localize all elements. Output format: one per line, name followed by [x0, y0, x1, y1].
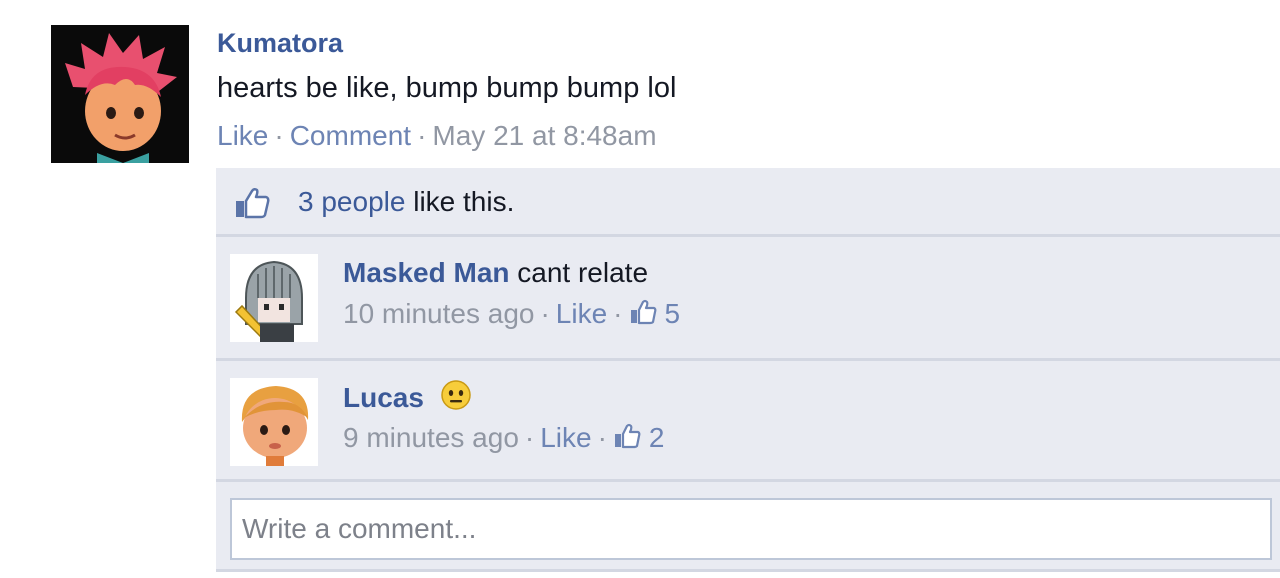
comment-meta: 9 minutes ago · Like · 2 [343, 420, 665, 456]
comment-line: Lucas [343, 379, 472, 416]
likes-summary-text: 3 people like this. [298, 184, 514, 220]
separator-dot: · [540, 298, 550, 329]
thumbs-up-icon [630, 299, 656, 325]
comment-text: cant relate [517, 257, 649, 288]
lucas-avatar-image [230, 378, 318, 466]
like-count-value: 2 [648, 422, 665, 453]
post-actions: Like · Comment · May 21 at 8:48am [217, 118, 657, 154]
comment-meta: 10 minutes ago · Like · 5 [343, 296, 680, 332]
comment-like-count[interactable]: 2 [613, 422, 665, 453]
comment-like-count[interactable]: 5 [629, 298, 681, 329]
separator-dot: · [613, 298, 623, 329]
comment-author-avatar[interactable] [230, 254, 318, 342]
comment-box [230, 498, 1272, 560]
neutral-face-emoji-icon [440, 380, 471, 410]
post-like-link[interactable]: Like [217, 120, 268, 151]
comment-timestamp[interactable]: 9 minutes ago [343, 422, 519, 453]
comment-like-link[interactable]: Like [556, 298, 607, 329]
post-author-avatar[interactable] [51, 25, 189, 163]
divider [216, 479, 1280, 482]
feedback-panel: 3 people like this. Masked Man cant rela… [216, 168, 1280, 572]
comment-line: Masked Man cant relate [343, 255, 648, 291]
comment-author-avatar[interactable] [230, 378, 318, 466]
separator-dot: · [274, 120, 284, 151]
thumbs-up-icon [614, 423, 641, 449]
post-comment-link[interactable]: Comment [290, 120, 411, 151]
likes-suffix: like this. [405, 186, 515, 217]
comment-input[interactable] [232, 500, 1270, 558]
likes-summary-row: 3 people like this. [216, 168, 1280, 234]
thumbs-up-icon [236, 187, 270, 219]
separator-dot: · [597, 422, 607, 453]
post-text: hearts be like, bump bump bump lol [217, 72, 677, 104]
masked-man-avatar-image [230, 254, 318, 342]
separator-dot: · [417, 120, 427, 151]
comment-timestamp[interactable]: 10 minutes ago [343, 298, 534, 329]
comment-like-link[interactable]: Like [540, 422, 591, 453]
like-count-value: 5 [664, 298, 681, 329]
separator-dot: · [524, 422, 535, 453]
comment-author-name[interactable]: Lucas [343, 382, 424, 413]
comment-author-name[interactable]: Masked Man [343, 257, 510, 288]
post-author-name[interactable]: Kumatora [217, 26, 343, 60]
comment-item: Lucas 9 minutes ago · Like · 2 [216, 361, 1280, 479]
divider [216, 569, 1280, 572]
likers-link[interactable]: 3 people [298, 186, 405, 217]
comment-item: Masked Man cant relate 10 minutes ago · Li… [216, 237, 1280, 355]
kumatora-avatar-image [51, 25, 189, 163]
post-timestamp[interactable]: May 21 at 8:48am [432, 120, 656, 151]
